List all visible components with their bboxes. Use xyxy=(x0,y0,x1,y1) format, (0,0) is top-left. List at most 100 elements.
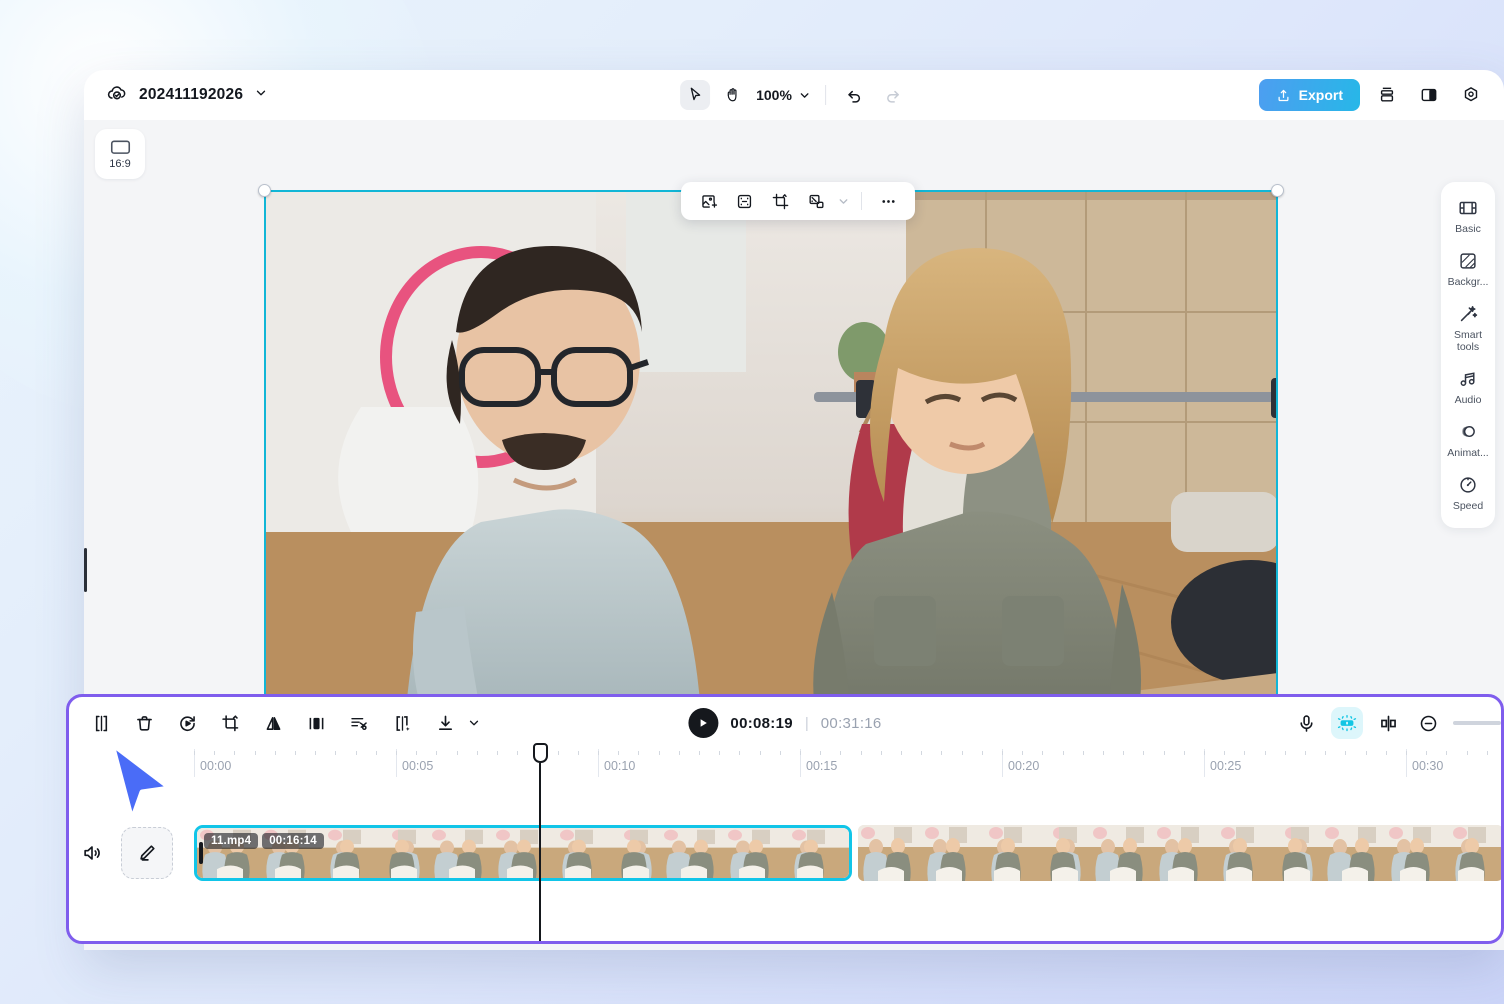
sidebar-item-label: Animat... xyxy=(1447,447,1488,459)
replay-button[interactable] xyxy=(172,708,202,738)
split-view-button[interactable] xyxy=(1414,80,1444,110)
chevron-down-icon xyxy=(798,89,811,102)
zoom-out-button[interactable] xyxy=(1413,708,1443,738)
align-split-button[interactable] xyxy=(1373,708,1403,738)
ruler-label: 00:25 xyxy=(1204,759,1241,773)
app-header: 202411192026 100% xyxy=(84,70,1504,120)
more-options-button[interactable] xyxy=(873,186,903,216)
clip-filename: 11.mp4 xyxy=(204,833,258,849)
crop-icon xyxy=(771,192,790,211)
export-button[interactable]: Export xyxy=(1259,79,1360,111)
timeline-tools-group xyxy=(69,708,481,738)
sidebar-item-label: Backgr... xyxy=(1448,276,1489,288)
settings-button[interactable] xyxy=(1456,80,1486,110)
minus-circle-icon xyxy=(1418,713,1439,734)
sidebar-item-speed[interactable]: Speed xyxy=(1441,467,1495,518)
zoom-level-value: 100% xyxy=(756,87,792,103)
playback-controls: 00:08:19 | 00:31:16 xyxy=(688,708,881,738)
speedometer-icon xyxy=(1457,474,1479,496)
magic-sparkle-icon xyxy=(1336,712,1358,734)
add-media-button[interactable] xyxy=(693,186,723,216)
aspect-ratio-label: 16:9 xyxy=(109,158,130,170)
chevron-down-icon[interactable] xyxy=(837,195,850,208)
aspect-ratio-button[interactable]: 16:9 xyxy=(95,129,145,179)
hand-tool-button[interactable] xyxy=(718,80,748,110)
ruler-label: 00:20 xyxy=(1002,759,1039,773)
auto-cut-button[interactable] xyxy=(387,708,417,738)
ruler-label: 00:10 xyxy=(598,759,635,773)
sidebar-item-smart-tools[interactable]: Smart tools xyxy=(1441,296,1495,359)
hatched-square-icon xyxy=(1457,250,1479,272)
crop-icon xyxy=(220,713,241,734)
time-separator: | xyxy=(805,715,809,732)
layers-button[interactable] xyxy=(1372,80,1402,110)
header-right-group: Export xyxy=(1259,79,1486,111)
video-preview[interactable] xyxy=(264,190,1278,762)
track-controls xyxy=(77,827,173,879)
resize-button[interactable] xyxy=(801,186,831,216)
music-notes-icon xyxy=(1457,368,1479,390)
canvas-scrollbar[interactable] xyxy=(84,548,87,592)
clip-trim-handle-left[interactable] xyxy=(199,842,203,864)
ruler-label: 00:00 xyxy=(194,759,231,773)
timeline-clip[interactable]: 11.mp4 00:16:14 xyxy=(194,825,852,881)
ellipsis-icon xyxy=(879,192,898,211)
timeline-clip[interactable] xyxy=(858,825,1503,881)
rectangle-icon xyxy=(110,139,131,155)
resize-handle-top-left[interactable] xyxy=(258,184,271,197)
film-strip-icon xyxy=(1457,197,1479,219)
microphone-icon xyxy=(1296,713,1317,734)
redo-button[interactable] xyxy=(878,80,908,110)
expand-frame-icon xyxy=(735,192,754,211)
panel-split-icon xyxy=(1419,85,1439,105)
cut-silence-button[interactable] xyxy=(344,708,374,738)
split-align-icon xyxy=(1378,713,1399,734)
split-screen-button[interactable] xyxy=(301,708,331,738)
mirror-button[interactable] xyxy=(258,708,288,738)
flip-horizontal-icon xyxy=(263,713,284,734)
sidebar-item-audio[interactable]: Audio xyxy=(1441,361,1495,412)
current-time: 00:08:19 xyxy=(730,715,792,732)
ai-enhance-button[interactable] xyxy=(1331,707,1363,739)
crop-button[interactable] xyxy=(215,708,245,738)
gear-hexagon-icon xyxy=(1461,85,1481,105)
resize-handle-top-right[interactable] xyxy=(1271,184,1284,197)
export-label: Export xyxy=(1299,87,1343,103)
timeline-right-tools xyxy=(1291,707,1501,739)
pencil-icon xyxy=(136,842,158,864)
fit-frame-button[interactable] xyxy=(729,186,759,216)
image-plus-icon xyxy=(699,192,718,211)
timeline-ruler[interactable]: 00:00 00:05 00:10 00:15 00:20 00:25 00:3… xyxy=(69,749,1501,785)
zoom-level-dropdown[interactable]: 100% xyxy=(756,87,811,103)
crop-button[interactable] xyxy=(765,186,795,216)
play-icon xyxy=(697,717,709,729)
clip-float-toolbar xyxy=(681,182,915,220)
sidebar-item-background[interactable]: Backgr... xyxy=(1441,243,1495,294)
timeline-zoom-slider[interactable] xyxy=(1453,721,1501,725)
sidebar-item-basic[interactable]: Basic xyxy=(1441,190,1495,241)
split-button[interactable] xyxy=(86,708,116,738)
select-tool-button[interactable] xyxy=(680,80,710,110)
download-button[interactable] xyxy=(430,708,460,738)
ruler-label: 00:30 xyxy=(1406,759,1443,773)
undo-button[interactable] xyxy=(840,80,870,110)
scissors-lines-icon xyxy=(349,713,370,734)
record-voiceover-button[interactable] xyxy=(1291,708,1321,738)
delete-button[interactable] xyxy=(129,708,159,738)
timeline-tracks: 11.mp4 00:16:14 xyxy=(69,785,1501,941)
split-sparkle-icon xyxy=(392,713,413,734)
page-title: 202411192026 xyxy=(139,86,243,104)
edit-track-button[interactable] xyxy=(121,827,173,879)
chevron-down-icon[interactable] xyxy=(254,86,268,105)
sidebar-item-label: Smart tools xyxy=(1443,329,1493,353)
sidebar-item-label: Speed xyxy=(1453,500,1483,512)
clip-duration: 00:16:14 xyxy=(262,833,324,849)
play-button[interactable] xyxy=(688,708,718,738)
chevron-down-icon[interactable] xyxy=(467,716,481,730)
upload-icon xyxy=(1276,88,1291,103)
toolbar-divider xyxy=(825,85,826,105)
mute-track-button[interactable] xyxy=(77,838,107,868)
clip-info: 11.mp4 00:16:14 xyxy=(204,833,324,849)
ruler-label: 00:05 xyxy=(396,759,433,773)
sidebar-item-animation[interactable]: Animat... xyxy=(1441,414,1495,465)
